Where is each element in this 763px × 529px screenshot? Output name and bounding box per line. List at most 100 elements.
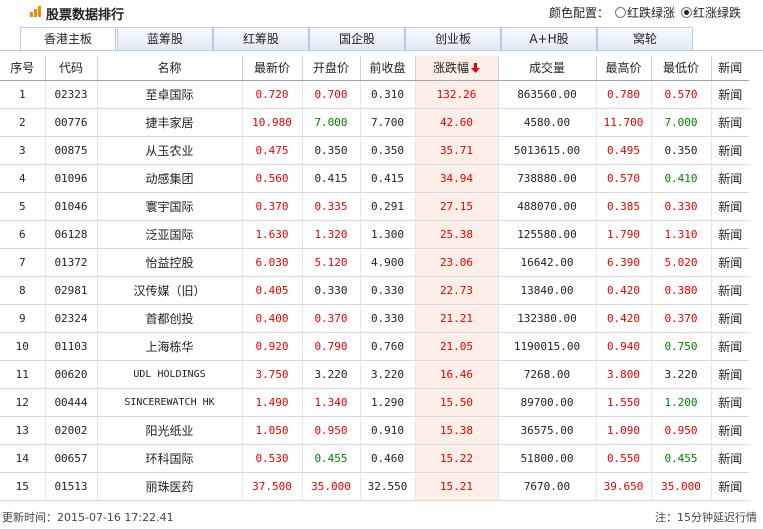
cell-name[interactable]: 怡益控股 <box>97 248 243 277</box>
cell-name[interactable]: 首都创投 <box>97 304 243 333</box>
cell-name[interactable]: 动感集团 <box>97 164 243 193</box>
cell-news-link[interactable]: 新闻 <box>711 164 749 193</box>
tab-blue-chip[interactable]: 蓝筹股 <box>117 27 213 51</box>
col-header-latest[interactable]: 最新价 <box>242 56 303 81</box>
cell-code: 01103 <box>45 332 98 361</box>
radio-red-down[interactable] <box>614 7 626 18</box>
color-config-label: 颜色配置： <box>548 6 609 20</box>
cell-latest: 0.405 <box>242 276 303 305</box>
cell-no: 8 <box>0 276 46 305</box>
cell-code: 02002 <box>45 416 98 445</box>
cell-news-link[interactable]: 新闻 <box>711 416 749 445</box>
col-header-news: 新闻 <box>711 56 749 81</box>
col-header-open[interactable]: 开盘价 <box>302 56 361 81</box>
cell-pct: 22.73 <box>415 276 499 305</box>
cell-news-link[interactable]: 新闻 <box>711 360 749 389</box>
cell-name[interactable]: SINCEREWATCH HK <box>97 388 243 417</box>
cell-volume: 125580.00 <box>498 220 597 249</box>
cell-open: 0.370 <box>302 304 361 333</box>
cell-open: 35.000 <box>302 472 361 501</box>
cell-name[interactable]: 阳光纸业 <box>97 416 243 445</box>
cell-news-link[interactable]: 新闻 <box>711 136 749 165</box>
cell-low: 0.570 <box>651 80 712 109</box>
cell-name[interactable]: 至卓国际 <box>97 80 243 109</box>
col-header-volume[interactable]: 成交量 <box>498 56 597 81</box>
page-title: 股票数据排行 <box>46 8 125 23</box>
cell-name[interactable]: 寰宇国际 <box>97 192 243 221</box>
cell-open: 0.790 <box>302 332 361 361</box>
cell-name[interactable]: 泛亚国际 <box>97 220 243 249</box>
cell-pct: 15.22 <box>415 444 499 473</box>
cell-name[interactable]: 从玉农业 <box>97 136 243 165</box>
cell-open: 0.350 <box>302 136 361 165</box>
cell-name[interactable]: 丽珠医药 <box>97 472 243 501</box>
sort-desc-arrow-icon[interactable] <box>471 63 480 74</box>
table-row: 9 02324 首都创投 0.400 0.370 0.330 21.21 132380.00 0… <box>0 304 749 333</box>
cell-pct: 21.21 <box>415 304 499 333</box>
cell-news-link[interactable]: 新闻 <box>711 276 749 305</box>
cell-name[interactable]: UDL HOLDINGS <box>97 360 243 389</box>
cell-code: 01372 <box>45 248 98 277</box>
update-time: 更新时间：2015-07-16 17:22.41 <box>2 509 174 525</box>
cell-high: 0.570 <box>596 164 652 193</box>
cell-news-link[interactable]: 新闻 <box>711 388 749 417</box>
col-header-prev[interactable]: 前收盘 <box>360 56 416 81</box>
cell-high: 0.550 <box>596 444 652 473</box>
cell-pct: 16.46 <box>415 360 499 389</box>
radio-red-up[interactable] <box>680 7 692 18</box>
cell-news-link[interactable]: 新闻 <box>711 248 749 277</box>
cell-name[interactable]: 捷丰家居 <box>97 108 243 137</box>
col-header-high[interactable]: 最高价 <box>596 56 652 81</box>
col-header-low[interactable]: 最低价 <box>651 56 712 81</box>
cell-news-link[interactable]: 新闻 <box>711 332 749 361</box>
cell-no: 1 <box>0 80 46 109</box>
cell-latest: 0.720 <box>242 80 303 109</box>
cell-low: 0.950 <box>651 416 712 445</box>
cell-code: 01513 <box>45 472 98 501</box>
cell-high: 1.790 <box>596 220 652 249</box>
cell-name[interactable]: 上海栋华 <box>97 332 243 361</box>
stock-ranking-table: 序号 代码 名称 最新价 开盘价 前收盘 涨跌幅 成交量 最高价 最低价 新闻 … <box>0 56 749 501</box>
cell-news-link[interactable]: 新闻 <box>711 220 749 249</box>
cell-latest: 0.475 <box>242 136 303 165</box>
cell-open: 1.320 <box>302 220 361 249</box>
market-tabs: 香港主板 蓝筹股 红筹股 国企股 创业板 A+H股 窝轮 <box>20 27 742 52</box>
cell-no: 5 <box>0 192 46 221</box>
cell-name[interactable]: 汉传媒（旧） <box>97 276 243 305</box>
cell-pct: 34.94 <box>415 164 499 193</box>
cell-no: 3 <box>0 136 46 165</box>
radio-red-down-label[interactable]: 红跌绿涨 <box>627 4 675 21</box>
cell-news-link[interactable]: 新闻 <box>711 472 749 501</box>
cell-news-link[interactable]: 新闻 <box>711 444 749 473</box>
cell-high: 0.420 <box>596 304 652 333</box>
radio-red-up-label[interactable]: 红涨绿跌 <box>693 4 741 21</box>
tab-warrants[interactable]: 窝轮 <box>597 27 693 51</box>
tab-gem[interactable]: 创业板 <box>405 27 501 51</box>
cell-pct: 27.15 <box>415 192 499 221</box>
cell-high: 11.700 <box>596 108 652 137</box>
tab-a-h[interactable]: A+H股 <box>501 27 597 51</box>
tab-red-chip[interactable]: 红筹股 <box>213 27 309 51</box>
cell-news-link[interactable]: 新闻 <box>711 80 749 109</box>
table-row: 6 06128 泛亚国际 1.630 1.320 1.300 25.38 125580.00 1… <box>0 220 749 249</box>
cell-low: 0.380 <box>651 276 712 305</box>
table-row: 5 01046 寰宇国际 0.370 0.335 0.291 27.15 488070.00 0… <box>0 192 749 221</box>
cell-code: 02981 <box>45 276 98 305</box>
tab-hk-main[interactable]: 香港主板 <box>20 27 116 52</box>
cell-name[interactable]: 环科国际 <box>97 444 243 473</box>
cell-no: 12 <box>0 388 46 417</box>
col-header-pct[interactable]: 涨跌幅 <box>415 56 499 81</box>
cell-pct: 132.26 <box>415 80 499 109</box>
cell-prev: 0.910 <box>360 416 416 445</box>
table-row: 15 01513 丽珠医药 37.500 35.000 32.550 15.21 7670.0… <box>0 472 749 501</box>
col-header-code[interactable]: 代码 <box>45 56 98 81</box>
cell-news-link[interactable]: 新闻 <box>711 108 749 137</box>
cell-open: 5.120 <box>302 248 361 277</box>
cell-prev: 0.330 <box>360 276 416 305</box>
tab-h-shares[interactable]: 国企股 <box>309 27 405 51</box>
delay-note: 注：15分钟延迟行情 <box>655 511 757 524</box>
cell-news-link[interactable]: 新闻 <box>711 304 749 333</box>
cell-low: 0.350 <box>651 136 712 165</box>
table-row: 14 00657 环科国际 0.530 0.455 0.460 15.22 51800.00 0… <box>0 444 749 473</box>
cell-news-link[interactable]: 新闻 <box>711 192 749 221</box>
